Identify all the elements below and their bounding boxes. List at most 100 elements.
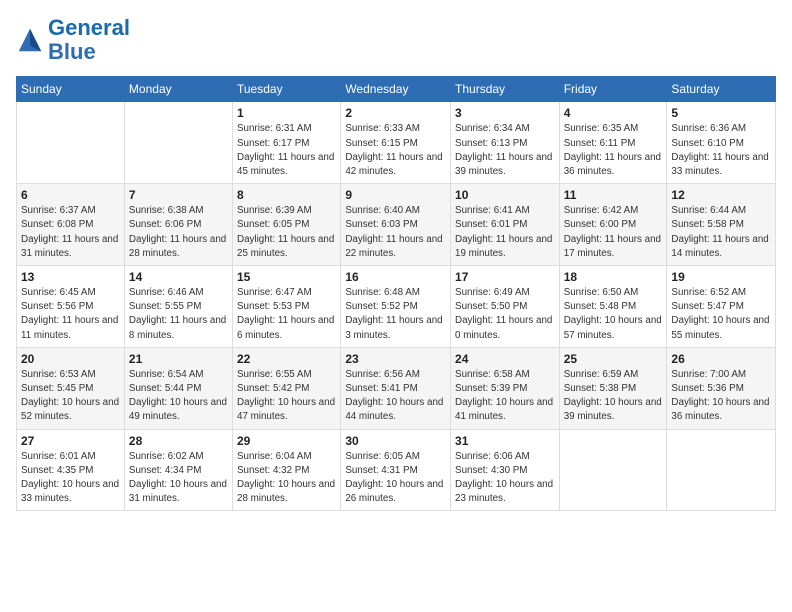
calendar-cell: 12 Sunrise: 6:44 AMSunset: 5:58 PMDayligh… bbox=[667, 184, 776, 266]
calendar-cell bbox=[667, 429, 776, 511]
calendar-cell: 7Sunrise: 6:38 AMSunset: 6:06 PMDaylight… bbox=[124, 184, 232, 266]
day-number: 21 bbox=[129, 352, 228, 366]
day-number: 10 bbox=[455, 188, 555, 202]
day-info: Sunrise: 6:48 AMSunset: 5:52 PMDaylight:… bbox=[345, 286, 446, 343]
calendar-cell: 2 Sunrise: 6:33 AMSunset: 6:15 PMDaylight… bbox=[341, 102, 451, 184]
day-info: Sunrise: 6:58 AMSunset: 5:39 PMDaylight:… bbox=[455, 368, 555, 425]
day-number: 8 bbox=[237, 188, 336, 202]
logo: General Blue bbox=[16, 16, 130, 64]
weekday-header: Thursday bbox=[451, 77, 560, 102]
day-info: Sunrise: 6:59 AMSunset: 5:38 PMDaylight:… bbox=[564, 368, 663, 425]
day-info: Sunrise: 6:39 AMSunset: 6:05 PMDaylight:… bbox=[237, 204, 336, 261]
calendar-cell: 5 Sunrise: 6:36 AMSunset: 6:10 PMDaylight… bbox=[667, 102, 776, 184]
day-number: 29 bbox=[237, 434, 336, 448]
day-number: 15 bbox=[237, 270, 336, 284]
weekday-header: Sunday bbox=[17, 77, 125, 102]
calendar-cell: 15 Sunrise: 6:47 AMSunset: 5:53 PMDayligh… bbox=[233, 266, 341, 348]
calendar-cell: 29 Sunrise: 6:04 AMSunset: 4:32 PMDayligh… bbox=[233, 429, 341, 511]
calendar-cell: 25 Sunrise: 6:59 AMSunset: 5:38 PMDayligh… bbox=[559, 347, 667, 429]
day-info: Sunrise: 6:52 AMSunset: 5:47 PMDaylight:… bbox=[671, 286, 771, 343]
day-number: 17 bbox=[455, 270, 555, 284]
day-number: 3 bbox=[455, 106, 555, 120]
day-info: Sunrise: 6:36 AMSunset: 6:10 PMDaylight:… bbox=[671, 122, 771, 179]
day-info: Sunrise: 6:41 AMSunset: 6:01 PMDaylight:… bbox=[455, 204, 555, 261]
calendar-cell: 24 Sunrise: 6:58 AMSunset: 5:39 PMDayligh… bbox=[451, 347, 560, 429]
weekday-header: Friday bbox=[559, 77, 667, 102]
weekday-header-row: SundayMondayTuesdayWednesdayThursdayFrid… bbox=[17, 77, 776, 102]
calendar-cell bbox=[124, 102, 232, 184]
day-number: 1 bbox=[237, 106, 336, 120]
day-info: Sunrise: 6:55 AMSunset: 5:42 PMDaylight:… bbox=[237, 368, 336, 425]
day-info: Sunrise: 6:04 AMSunset: 4:32 PMDaylight:… bbox=[237, 450, 336, 507]
day-number: 26 bbox=[671, 352, 771, 366]
calendar-cell: 20 Sunrise: 6:53 AMSunset: 5:45 PMDayligh… bbox=[17, 347, 125, 429]
day-info: Sunrise: 6:02 AMSunset: 4:34 PMDaylight:… bbox=[129, 450, 228, 507]
calendar-cell: 6 Sunrise: 6:37 AMSunset: 6:08 PMDaylight… bbox=[17, 184, 125, 266]
calendar-cell: 31 Sunrise: 6:06 AMSunset: 4:30 PMDayligh… bbox=[451, 429, 560, 511]
day-info: Sunrise: 6:49 AMSunset: 5:50 PMDaylight:… bbox=[455, 286, 555, 343]
calendar-cell: 19 Sunrise: 6:52 AMSunset: 5:47 PMDayligh… bbox=[667, 266, 776, 348]
day-info: Sunrise: 6:53 AMSunset: 5:45 PMDaylight:… bbox=[21, 368, 120, 425]
day-number: 25 bbox=[564, 352, 663, 366]
day-number: 22 bbox=[237, 352, 336, 366]
day-number: 5 bbox=[671, 106, 771, 120]
calendar-cell: 21 Sunrise: 6:54 AMSunset: 5:44 PMDayligh… bbox=[124, 347, 232, 429]
day-info: Sunrise: 6:06 AMSunset: 4:30 PMDaylight:… bbox=[455, 450, 555, 507]
day-info: Sunrise: 6:45 AMSunset: 5:56 PMDaylight:… bbox=[21, 286, 120, 343]
calendar-table: SundayMondayTuesdayWednesdayThursdayFrid… bbox=[16, 76, 776, 511]
calendar-cell: 10 Sunrise: 6:41 AMSunset: 6:01 PMDayligh… bbox=[451, 184, 560, 266]
day-info: Sunrise: 6:54 AMSunset: 5:44 PMDaylight:… bbox=[129, 368, 228, 425]
day-number: 27 bbox=[21, 434, 120, 448]
day-info: Sunrise: 6:42 AMSunset: 6:00 PMDaylight:… bbox=[564, 204, 663, 261]
calendar-cell: 1 Sunrise: 6:31 AMSunset: 6:17 PMDaylight… bbox=[233, 102, 341, 184]
calendar-week-row: 27 Sunrise: 6:01 AMSunset: 4:35 PMDayligh… bbox=[17, 429, 776, 511]
day-info: Sunrise: 6:44 AMSunset: 5:58 PMDaylight:… bbox=[671, 204, 771, 261]
day-info: Sunrise: 6:01 AMSunset: 4:35 PMDaylight:… bbox=[21, 450, 120, 507]
day-info: Sunrise: 6:37 AMSunset: 6:08 PMDaylight:… bbox=[21, 204, 120, 261]
calendar-cell: 17 Sunrise: 6:49 AMSunset: 5:50 PMDayligh… bbox=[451, 266, 560, 348]
logo-icon bbox=[16, 26, 44, 54]
day-info: Sunrise: 6:50 AMSunset: 5:48 PMDaylight:… bbox=[564, 286, 663, 343]
header: General Blue bbox=[16, 16, 776, 64]
calendar-cell: 11 Sunrise: 6:42 AMSunset: 6:00 PMDayligh… bbox=[559, 184, 667, 266]
logo-general: General bbox=[48, 15, 130, 40]
day-info: Sunrise: 7:00 AMSunset: 5:36 PMDaylight:… bbox=[671, 368, 771, 425]
day-number: 9 bbox=[345, 188, 446, 202]
day-number: 19 bbox=[671, 270, 771, 284]
day-number: 16 bbox=[345, 270, 446, 284]
day-number: 7 bbox=[129, 188, 228, 202]
day-number: 6 bbox=[21, 188, 120, 202]
calendar-cell: 3Sunrise: 6:34 AMSunset: 6:13 PMDaylight… bbox=[451, 102, 560, 184]
day-number: 20 bbox=[21, 352, 120, 366]
calendar-cell: 8 Sunrise: 6:39 AMSunset: 6:05 PMDaylight… bbox=[233, 184, 341, 266]
weekday-header: Wednesday bbox=[341, 77, 451, 102]
day-number: 23 bbox=[345, 352, 446, 366]
calendar-cell: 22 Sunrise: 6:55 AMSunset: 5:42 PMDayligh… bbox=[233, 347, 341, 429]
calendar-week-row: 13 Sunrise: 6:45 AMSunset: 5:56 PMDayligh… bbox=[17, 266, 776, 348]
calendar-cell: 28 Sunrise: 6:02 AMSunset: 4:34 PMDayligh… bbox=[124, 429, 232, 511]
day-number: 2 bbox=[345, 106, 446, 120]
logo-blue: Blue bbox=[48, 39, 96, 64]
day-info: Sunrise: 6:47 AMSunset: 5:53 PMDaylight:… bbox=[237, 286, 336, 343]
day-number: 31 bbox=[455, 434, 555, 448]
day-info: Sunrise: 6:05 AMSunset: 4:31 PMDaylight:… bbox=[345, 450, 446, 507]
day-info: Sunrise: 6:31 AMSunset: 6:17 PMDaylight:… bbox=[237, 122, 336, 179]
day-number: 4 bbox=[564, 106, 663, 120]
day-number: 11 bbox=[564, 188, 663, 202]
day-number: 24 bbox=[455, 352, 555, 366]
day-number: 28 bbox=[129, 434, 228, 448]
calendar-cell bbox=[17, 102, 125, 184]
calendar-cell: 16 Sunrise: 6:48 AMSunset: 5:52 PMDayligh… bbox=[341, 266, 451, 348]
day-number: 30 bbox=[345, 434, 446, 448]
day-number: 12 bbox=[671, 188, 771, 202]
calendar-week-row: 1 Sunrise: 6:31 AMSunset: 6:17 PMDaylight… bbox=[17, 102, 776, 184]
calendar-cell: 4Sunrise: 6:35 AMSunset: 6:11 PMDaylight… bbox=[559, 102, 667, 184]
calendar-cell: 27 Sunrise: 6:01 AMSunset: 4:35 PMDayligh… bbox=[17, 429, 125, 511]
calendar-week-row: 20 Sunrise: 6:53 AMSunset: 5:45 PMDayligh… bbox=[17, 347, 776, 429]
day-info: Sunrise: 6:33 AMSunset: 6:15 PMDaylight:… bbox=[345, 122, 446, 179]
day-info: Sunrise: 6:56 AMSunset: 5:41 PMDaylight:… bbox=[345, 368, 446, 425]
calendar-week-row: 6 Sunrise: 6:37 AMSunset: 6:08 PMDaylight… bbox=[17, 184, 776, 266]
day-number: 13 bbox=[21, 270, 120, 284]
day-number: 14 bbox=[129, 270, 228, 284]
page: General Blue SundayMondayTuesdayWednesda… bbox=[0, 0, 792, 612]
